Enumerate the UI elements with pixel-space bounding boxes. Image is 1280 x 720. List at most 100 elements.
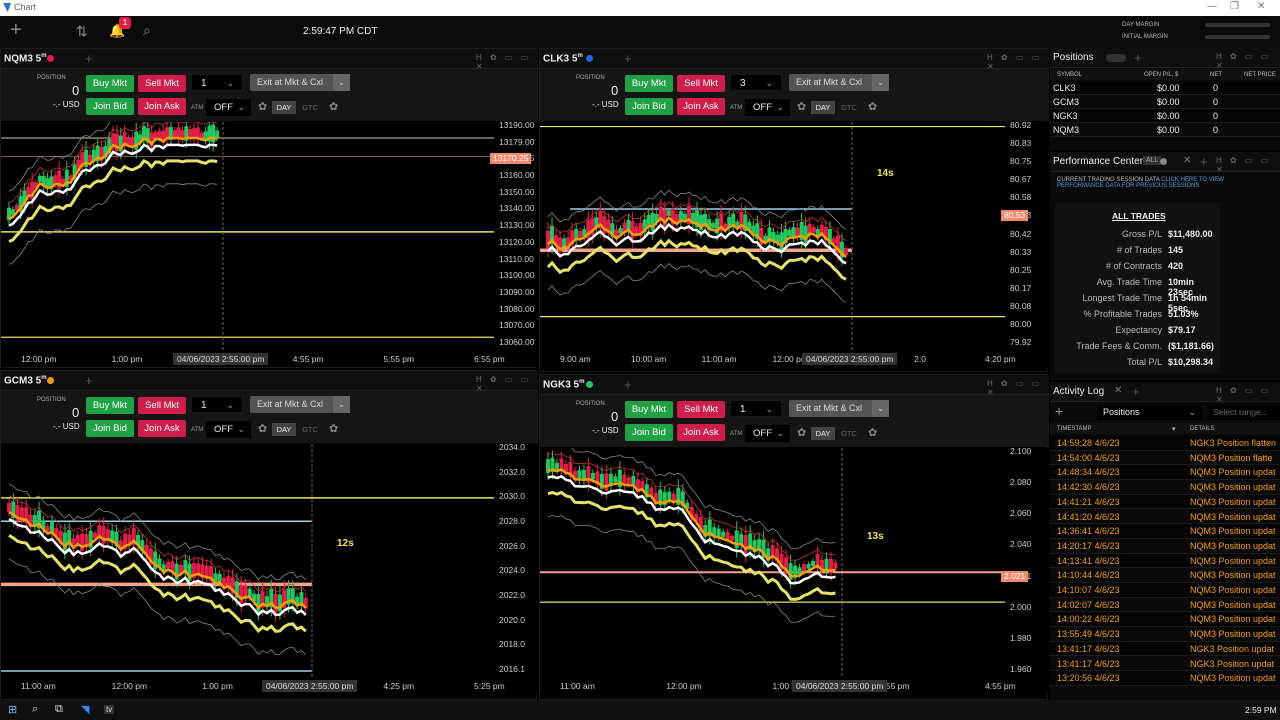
date-range-input[interactable]: Select range... [1208,404,1280,420]
chevron-down-icon[interactable]: ⌄ [333,74,350,91]
sell-market-button[interactable]: Sell Mkt [138,397,186,414]
task-view-icon[interactable]: ⧉ [55,703,63,716]
order-quantity-select[interactable]: 1 ⌄ [191,74,243,91]
activity-row[interactable]: 14:54:00 4/6/23 NQM3 Position flatte [1050,450,1280,466]
buy-market-button[interactable]: Buy Mkt [625,75,673,92]
chevron-down-icon[interactable]: ⌄ [872,74,889,91]
price-plot[interactable] [1,122,494,351]
chevron-down-icon[interactable]: ⌄ [872,400,889,417]
activity-row[interactable]: 14:41:20 4/6/23 NQM3 Position updat [1050,509,1280,525]
activity-row[interactable]: 14:10:07 4/6/23 NQM3 Position updat [1050,583,1280,598]
sort-desc-icon[interactable]: ▾ [1172,425,1176,433]
chart-symbol-tab[interactable]: NGK3 5m [543,379,584,390]
activity-row[interactable]: 14:10:44 4/6/23 NQM3 Position updat [1050,568,1280,583]
settings-gear-icon[interactable]: ✿ [329,422,338,435]
search-icon[interactable]: ⌕ [143,22,151,39]
activity-row[interactable]: 14:20:17 4/6/23 NQM3 Position updat [1050,538,1280,554]
position-row[interactable]: GCM3 $0.00 0 [1050,95,1280,109]
join-bid-button[interactable]: Join Bid [625,424,673,441]
buy-market-button[interactable]: Buy Mkt [86,75,134,92]
position-row[interactable]: NGK3 $0.00 0 [1050,109,1280,123]
sell-market-button[interactable]: Sell Mkt [138,75,186,92]
add-tab-icon[interactable]: + [1132,384,1140,399]
sell-market-button[interactable]: Sell Mkt [677,75,725,92]
position-row[interactable]: NQM3 $0.00 0 [1050,123,1280,137]
activity-row[interactable]: 13:41:17 4/6/23 NGK3 Position updat [1050,656,1280,672]
perf-info-link-2[interactable]: PERFORMANCE DATA FOR PREVIOUS SESSIONS [1057,183,1199,189]
taskbar-search-icon[interactable]: ⌕ [32,703,38,716]
join-ask-button[interactable]: Join Ask [138,420,186,437]
join-bid-button[interactable]: Join Bid [86,420,134,437]
price-chart-area[interactable]: 2034.0 2032.0 2030.0 2028.0 2026.0 2024.0 2022… [1,442,538,694]
tif-day-button[interactable]: DAY [811,427,835,440]
col-timestamp[interactable]: TIMESTAMP [1057,426,1092,432]
tif-day-button[interactable]: DAY [272,101,296,114]
exit-market-cancel-button[interactable]: Exit at Mkt & Cxl ⌄ [789,400,889,417]
price-chart-area[interactable]: 13190.00 13179.00 13170.25 13160.00 13150.00… [1,120,538,367]
price-axis[interactable]: 2034.0 2032.0 2030.0 2028.0 2026.0 2024.0 2022… [494,442,538,678]
price-chart-area[interactable]: 2.100 2.080 2.060 2.040 2.021 2.000 1.980 1.960… [540,446,1049,694]
panel-tools-icon[interactable]: H ✿ ▭ ▭ ✕ [1216,386,1280,404]
trading-app-icon[interactable]: ◥ [81,703,89,716]
buy-market-button[interactable]: Buy Mkt [86,397,134,414]
atm-strategy-select[interactable]: OFF ⌄ [745,99,790,116]
activity-row[interactable]: 14:41:21 4/6/23 NQM3 Position updat [1050,494,1280,510]
positions-toggle[interactable] [1106,54,1126,62]
chart-symbol-tab[interactable]: GCM3 5m [4,375,47,386]
settings-gear-icon[interactable]: ✿ [258,100,267,113]
windows-start-icon[interactable]: ⊞ [8,703,17,716]
transfer-arrows-icon[interactable]: ⇅ [76,23,88,40]
join-bid-button[interactable]: Join Bid [625,98,673,115]
close-icon[interactable]: ✕ [1114,385,1122,396]
settings-gear-icon[interactable]: ✿ [868,100,877,113]
activity-row[interactable]: 13:55:49 4/6/23 NQM3 Position updat [1050,627,1280,642]
settings-gear-icon[interactable]: ✿ [797,100,806,113]
price-plot[interactable] [1,444,494,678]
order-quantity-select[interactable]: 1 ⌄ [730,400,782,417]
atm-strategy-select[interactable]: OFF ⌄ [206,99,251,116]
activity-filter-select[interactable]: Positions ⌄ [1097,404,1202,420]
atm-strategy-select[interactable]: OFF ⌄ [206,421,251,438]
price-axis[interactable]: 2.1002.0802.0602.0402.0212.0001.9801.960 [1005,446,1049,678]
chevron-down-icon[interactable]: ⌄ [333,396,350,413]
tradingview-icon[interactable]: tv [104,705,115,714]
order-quantity-select[interactable]: 1 ⌄ [191,396,243,413]
close-icon[interactable]: ✕ [1183,155,1191,166]
activity-row[interactable]: 14:13:41 4/6/23 NQM3 Position updat [1050,553,1280,569]
col-net[interactable]: NET [1210,72,1222,78]
add-tab-icon[interactable]: + [624,51,632,66]
exit-market-cancel-button[interactable]: Exit at Mkt & Cxl ⌄ [789,74,889,91]
col-symbol[interactable]: SYMBOL [1057,72,1082,78]
add-tab-icon[interactable]: + [1200,154,1208,169]
price-plot[interactable] [540,122,1005,351]
panel-tools-icon[interactable]: H ✿ ▭ ▭ ✕ [1216,156,1280,174]
activity-row[interactable]: 14:00:22 4/6/23 NQM3 Position updat [1050,612,1280,628]
activity-row[interactable]: 14:48:34 4/6/23 NQM3 Position updat [1050,465,1280,481]
price-chart-area[interactable]: 80.92 80.83 80.75 80.67 80.58 80.53 80.42 80.33… [540,120,1049,367]
order-quantity-select[interactable]: 3 ⌄ [730,74,782,91]
col-details[interactable]: DETAILS [1190,426,1215,432]
maximize-icon[interactable]: ❐ [1230,1,1239,12]
tif-day-button[interactable]: DAY [272,423,296,436]
chart-symbol-tab[interactable]: NQM3 5m [4,53,47,64]
settings-gear-icon[interactable]: ✿ [258,422,267,435]
join-ask-button[interactable]: Join Ask [677,98,725,115]
add-tab-icon[interactable]: + [1134,50,1142,65]
settings-gear-icon[interactable]: ✿ [329,100,338,113]
atm-strategy-select[interactable]: OFF ⌄ [745,425,790,442]
tif-gtc-button[interactable]: GTC [837,101,861,114]
all-filter[interactable]: ALL [1143,156,1162,165]
panel-tools-icon[interactable]: H ✿ ▭ ▭ ✕ [1216,52,1280,70]
sell-market-button[interactable]: Sell Mkt [677,401,725,418]
perf-info[interactable]: CURRENT TRADING SESSION DATA CLICK HERE … [1057,177,1277,189]
minimize-icon[interactable]: — [1207,1,1217,12]
exit-market-cancel-button[interactable]: Exit at Mkt & Cxl ⌄ [250,396,350,413]
activity-row[interactable]: 13:41:17 4/6/23 NGK3 Position updat [1050,641,1280,657]
tif-gtc-button[interactable]: GTC [298,423,322,436]
activity-row[interactable]: 14:42:30 4/6/23 NQM3 Position updat [1050,480,1280,495]
position-row[interactable]: CLK3 $0.00 0 [1050,81,1280,95]
activity-row[interactable]: 14:59:28 4/6/23 NGK3 Position flatten [1050,436,1280,451]
exit-market-cancel-button[interactable]: Exit at Mkt & Cxl ⌄ [250,74,350,91]
price-plot[interactable] [540,448,1005,678]
add-tab-icon[interactable]: + [624,377,632,392]
